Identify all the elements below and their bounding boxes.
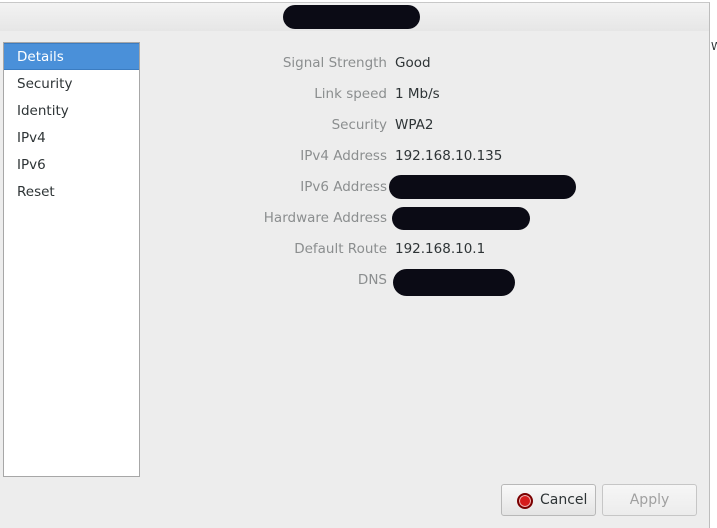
background-glyph: W — [711, 40, 717, 53]
redacted-dns — [393, 269, 515, 296]
hardware-address-label: Hardware Address — [263, 210, 387, 226]
apply-button[interactable]: Apply — [602, 484, 697, 516]
sidebar-item-identity[interactable]: Identity — [4, 98, 139, 125]
redacted-ipv6-address — [389, 175, 576, 199]
title-bar[interactable] — [0, 3, 709, 31]
sidebar-item-label: IPv6 — [17, 157, 46, 173]
sidebar-item-details[interactable]: Details — [4, 43, 139, 70]
sidebar-item-label: Details — [17, 49, 64, 65]
sidebar-item-label: Reset — [17, 184, 55, 200]
cancel-button-label: Cancel — [540, 492, 588, 508]
stop-icon — [517, 493, 533, 509]
redacted-title — [283, 5, 420, 29]
security-label: Security — [331, 117, 387, 133]
redacted-hardware-address — [392, 207, 530, 230]
sidebar-item-ipv4[interactable]: IPv4 — [4, 125, 139, 152]
default-route-label: Default Route — [294, 241, 387, 257]
ipv4-address-label: IPv4 Address — [300, 148, 387, 164]
cancel-button[interactable]: Cancel — [501, 484, 596, 516]
sidebar-item-ipv6[interactable]: IPv6 — [4, 152, 139, 179]
apply-button-label: Apply — [629, 492, 670, 508]
sidebar-item-label: IPv4 — [17, 130, 46, 146]
signal-strength-label: Signal Strength — [282, 55, 387, 71]
default-route-value: 192.168.10.1 — [395, 241, 486, 257]
signal-strength-value: Good — [395, 55, 431, 71]
dns-label: DNS — [357, 272, 387, 288]
sidebar-item-label: Security — [17, 76, 73, 92]
sidebar: Details Security Identity IPv4 IPv6 Rese… — [3, 42, 140, 477]
network-details-dialog: Details Security Identity IPv4 IPv6 Rese… — [0, 2, 710, 528]
sidebar-item-reset[interactable]: Reset — [4, 179, 139, 206]
sidebar-item-label: Identity — [17, 103, 69, 119]
ipv6-address-label: IPv6 Address — [300, 179, 387, 195]
link-speed-value: 1 Mb/s — [395, 86, 440, 102]
ipv4-address-value: 192.168.10.135 — [395, 148, 503, 164]
sidebar-item-security[interactable]: Security — [4, 71, 139, 98]
security-value: WPA2 — [395, 117, 434, 133]
link-speed-label: Link speed — [314, 86, 387, 102]
